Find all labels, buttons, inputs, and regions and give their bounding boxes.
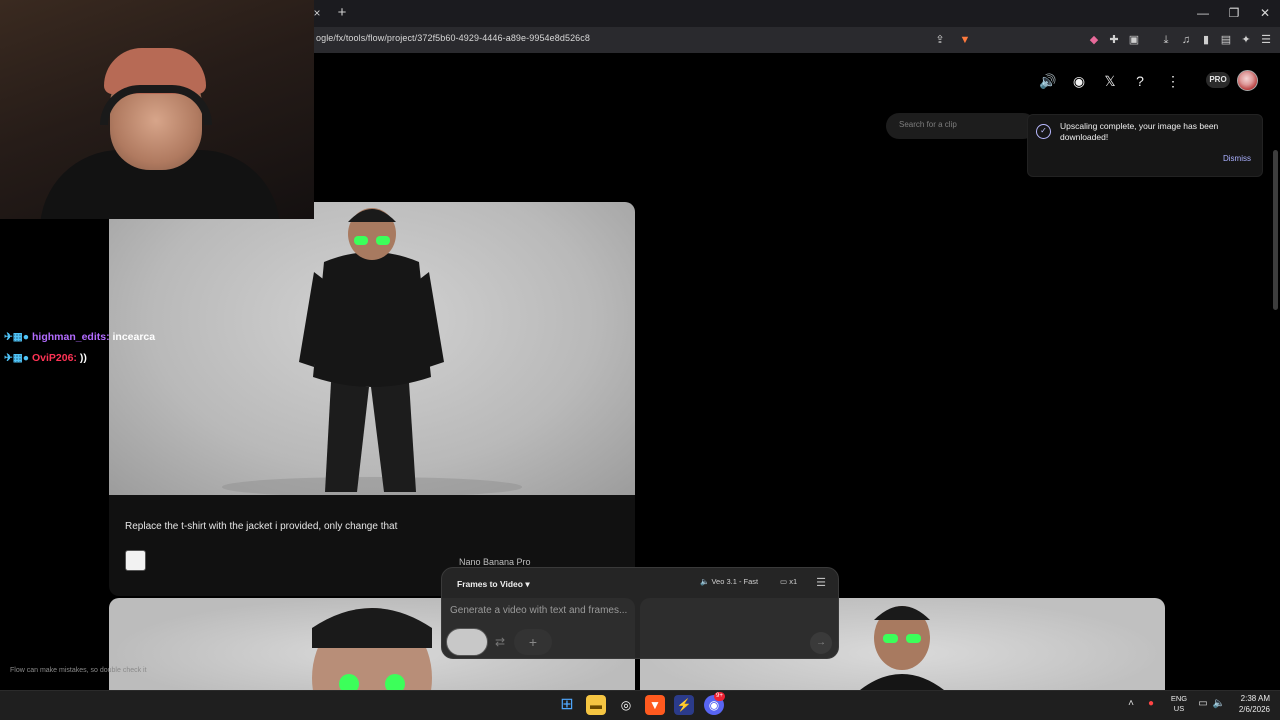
disclaimer-text: Flow can make mistakes, so double check … <box>10 667 147 674</box>
speaker-icon: 🔈 <box>700 577 710 586</box>
time-text: 2:38 AM <box>1240 694 1270 703</box>
webcam-overlay <box>0 0 314 219</box>
screenshot-icon[interactable]: ▣ <box>1126 32 1142 48</box>
chevron-down-icon: ▾ <box>525 579 530 589</box>
volume-icon[interactable]: 🔊 <box>1038 71 1058 91</box>
date-text: 2/6/2026 <box>1238 705 1270 714</box>
obs-icon[interactable]: ◎ <box>616 695 636 715</box>
chat-message: )) <box>79 352 87 364</box>
add-frame-button[interactable]: + <box>514 629 552 655</box>
generated-image[interactable] <box>109 202 635 497</box>
chat-username: highman_edits: <box>31 331 110 343</box>
url-text[interactable]: ogle/fx/tools/flow/project/372f5b60-4929… <box>316 33 590 43</box>
discord-icon[interactable]: ◉ <box>1069 71 1089 91</box>
close-window-button[interactable]: ✕ <box>1255 4 1275 22</box>
x-icon[interactable]: 𝕏 <box>1100 71 1120 91</box>
help-icon[interactable]: ? <box>1130 71 1150 91</box>
image-card[interactable] <box>109 202 635 596</box>
taskbar <box>0 690 1280 720</box>
toast-message: Upscaling complete, your image has been … <box>1060 121 1219 142</box>
language-indicator[interactable]: ENG US <box>1168 694 1190 714</box>
brave-icon[interactable]: ▼ <box>645 695 665 715</box>
avatar[interactable] <box>1237 70 1258 91</box>
model-selector[interactable]: 🔈 Veo 3.1 - Fast <box>700 577 758 586</box>
download-icon[interactable]: ⤓ <box>1158 32 1174 48</box>
screen: × + — ❐ ✕ ogle/fx/tools/flow/project/372… <box>0 0 1280 720</box>
reference-thumbnail[interactable] <box>125 550 146 571</box>
chat-username: OviP206: <box>31 352 77 364</box>
prompt-text: Replace the t-shirt with the jacket i pr… <box>125 521 398 532</box>
volume-tray-icon[interactable]: 🔈 <box>1212 697 1226 711</box>
search-placeholder: Search for a clip <box>899 120 957 129</box>
app-icon[interactable]: ⚡ <box>674 695 694 715</box>
pro-badge: PRO <box>1206 72 1230 88</box>
chat-message: incearca <box>112 331 156 343</box>
chat-badge-icon: ✈▦● <box>4 331 30 343</box>
mode-label: Frames to Video <box>457 579 523 589</box>
region-code: US <box>1173 704 1185 713</box>
file-explorer-icon[interactable]: ▬ <box>586 695 606 715</box>
mic-icon[interactable]: ● <box>1144 697 1158 711</box>
discord-badge: 9+ <box>714 692 725 701</box>
clock[interactable]: 2:38 AM 2/6/2026 <box>1230 693 1270 715</box>
ai-icon[interactable]: ✦ <box>1238 32 1254 48</box>
minimize-button[interactable]: — <box>1193 4 1213 22</box>
menu-icon[interactable]: ☰ <box>1258 32 1274 48</box>
chevron-up-icon[interactable]: ˄ <box>1124 697 1138 711</box>
check-circle-icon: ✓ <box>1036 124 1051 139</box>
sidebar-icon[interactable]: ▮ <box>1198 32 1214 48</box>
chat-badge-icon: ✈▦● <box>4 352 30 364</box>
model-label: Veo 3.1 - Fast <box>711 577 759 586</box>
extension-icon[interactable]: ◆ <box>1086 32 1102 48</box>
windows-start-icon[interactable]: ⊞ <box>557 695 577 715</box>
model-tag: Nano Banana Pro <box>459 557 531 567</box>
mode-dropdown[interactable]: Frames to Video ▾ <box>451 576 537 592</box>
prompt-input[interactable] <box>450 602 810 618</box>
output-count-selector[interactable]: ▭ x1 <box>780 577 797 586</box>
swap-icon[interactable]: ⇄ <box>492 634 508 650</box>
share-icon[interactable]: ⇪ <box>932 32 948 48</box>
settings-sliders-icon[interactable]: ☰ <box>814 576 828 590</box>
network-icon[interactable]: ▭ <box>1196 697 1210 711</box>
aspect-icon: ▭ <box>780 577 788 586</box>
start-frame-thumbnail[interactable] <box>446 628 488 656</box>
send-button[interactable]: → <box>810 632 832 654</box>
scrollbar[interactable] <box>1273 150 1278 310</box>
puzzle-icon[interactable]: ✚ <box>1106 32 1122 48</box>
lang-code: ENG <box>1170 694 1188 703</box>
chat-line: ✈▦● highman_edits: incearca <box>4 331 155 343</box>
restore-button[interactable]: ❐ <box>1224 4 1244 22</box>
more-icon[interactable]: ⋮ <box>1163 71 1183 91</box>
count-label: x1 <box>789 577 798 586</box>
media-icon[interactable]: ♫ <box>1178 32 1194 48</box>
wallet-icon[interactable]: ▤ <box>1218 32 1234 48</box>
chat-line: ✈▦● OviP206: )) <box>4 352 87 364</box>
brave-shield-icon[interactable]: ▼ <box>957 32 973 48</box>
character-illustration <box>222 208 522 497</box>
new-tab-button[interactable]: + <box>335 4 349 22</box>
dismiss-button[interactable]: Dismiss <box>1223 154 1251 163</box>
